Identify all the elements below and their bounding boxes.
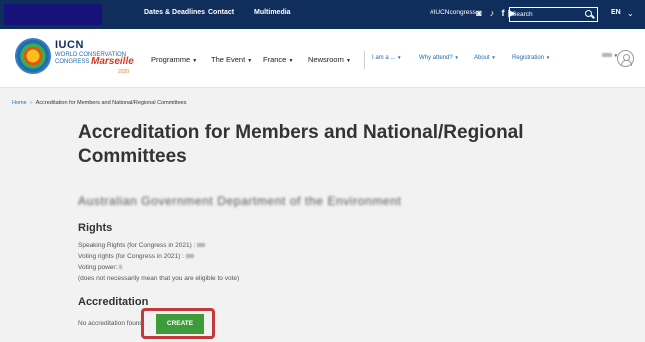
logo-title: IUCN [55, 39, 84, 51]
chevron-down-icon: ▼ [192, 58, 198, 64]
twitter-icon[interactable]: ♪ [487, 7, 497, 19]
blurred-value [197, 243, 206, 248]
nav-newsroom[interactable]: Newsroom ▼ [308, 55, 351, 64]
multimedia-link[interactable]: Multimedia [254, 9, 291, 16]
chevron-down-icon[interactable]: ⌄ [627, 9, 634, 18]
nav-the-event[interactable]: The Event ▼ [211, 55, 252, 64]
blurred-value [185, 254, 194, 259]
breadcrumb-home-link[interactable]: Home [12, 100, 27, 106]
logo-city: Marseille [91, 56, 134, 67]
main-navbar: IUCN WORLD CONSERVATION CONGRESS Marseil… [0, 29, 645, 88]
chevron-down-icon: ▼ [288, 58, 294, 64]
breadcrumb-current: Accreditation for Members and National/R… [35, 100, 187, 106]
organization-name: Australian Government Department of the … [78, 194, 402, 208]
search-icon[interactable] [585, 10, 592, 17]
chevron-down-icon: ▼ [545, 55, 551, 60]
nav-i-am-a[interactable]: I am a ... ▼ [372, 55, 401, 61]
speaking-rights-label: Speaking Rights (for Congress in 2021) : [78, 242, 196, 249]
voting-power-row: Voting power: [78, 264, 123, 271]
iucn-congress-logo[interactable]: IUCN WORLD CONSERVATION CONGRESS Marseil… [15, 36, 143, 80]
logo-emblem [15, 38, 51, 74]
contact-link[interactable]: Contact [208, 9, 234, 16]
blurred-username [602, 53, 612, 58]
blurred-value [119, 265, 123, 270]
logo-year: 2020 [118, 69, 130, 75]
hashtag-link[interactable]: #IUCNcongress [430, 9, 476, 16]
nav-why-attend[interactable]: Why attend? ▼ [419, 55, 459, 61]
dates-deadlines-link[interactable]: Dates & Deadlines [144, 9, 205, 16]
voting-power-label: Voting power: [78, 264, 118, 271]
chevron-down-icon: ▼ [397, 55, 402, 60]
speaking-rights-row: Speaking Rights (for Congress in 2021) : [78, 242, 206, 249]
nav-france[interactable]: France ▼ [263, 55, 293, 64]
top-bar: Dates & Deadlines Contact Multimedia #IU… [0, 0, 645, 29]
search-box[interactable] [509, 7, 598, 22]
breadcrumb: Home» Accreditation for Members and Natio… [12, 100, 186, 106]
voting-rights-label: Voting rights (for Congress in 2021) : [78, 253, 184, 260]
voting-rights-row: Voting rights (for Congress in 2021) : [78, 253, 194, 260]
instagram-icon[interactable]: ◙ [474, 7, 484, 19]
voting-note: (does not necessarily mean that you are … [78, 275, 240, 282]
create-button[interactable]: CREATE [156, 314, 204, 334]
page-title: Accreditation for Members and National/R… [78, 122, 524, 167]
site-logo-block[interactable] [4, 4, 102, 25]
user-avatar-icon[interactable] [617, 50, 634, 67]
logo-congress: CONGRESS [55, 59, 90, 65]
youtube-icon[interactable]: ▶ [507, 7, 517, 19]
chevron-down-icon: ▼ [454, 55, 459, 60]
chevron-down-icon: ▼ [345, 58, 351, 64]
nav-divider [364, 51, 365, 69]
chevron-down-icon: ▼ [247, 58, 253, 64]
search-input[interactable] [512, 9, 582, 20]
no-accreditation-text: No accreditation found. [78, 320, 145, 327]
accreditation-heading: Accreditation [78, 296, 149, 308]
nav-about[interactable]: About ▼ [474, 55, 496, 61]
nav-registration[interactable]: Registration ▼ [512, 55, 550, 61]
nav-programme[interactable]: Programme ▼ [151, 55, 197, 64]
chevron-down-icon: ▼ [491, 55, 496, 60]
language-selector[interactable]: EN [611, 9, 621, 16]
breadcrumb-separator: » [29, 100, 33, 106]
rights-heading: Rights [78, 222, 113, 234]
user-menu[interactable]: ▼ [600, 53, 618, 59]
